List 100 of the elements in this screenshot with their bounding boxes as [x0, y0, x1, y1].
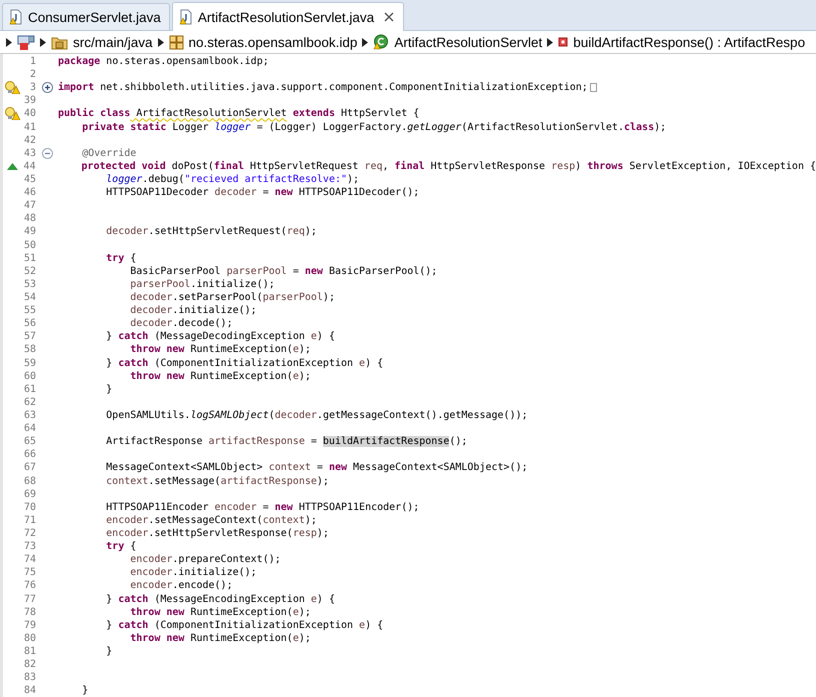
line-number: 78 [22, 606, 36, 618]
project-icon [17, 34, 35, 50]
code-line: private static Logger logger = (Logger) LoggerFactory.getLogger(ArtifactResolutionServlet.class); [81, 120, 666, 134]
line-number: 74 [22, 554, 36, 566]
line-number: 61 [22, 384, 36, 395]
code-line: protected void doPost(final HttpServletRequest req, final HttpServletResponse resp) throws ServletException, IOException { [80, 160, 816, 173]
code-line: public class ArtifactResolutionServlet extends HttpServlet { [58, 107, 420, 120]
code-line: parserPool.initialize(); [129, 278, 275, 291]
line-number: 53 [22, 278, 36, 290]
line-number: 2 [28, 69, 36, 80]
class-icon [373, 34, 390, 50]
code-line: HTTPSOAP11Encoder encoder = new HTTPSOAP11Encoder(); [105, 500, 420, 514]
line-number: 64 [22, 423, 36, 434]
breadcrumb-item[interactable]: src/main/java [73, 34, 153, 50]
line-number: 57 [22, 331, 36, 342]
collapse-icon[interactable] [42, 148, 52, 159]
triangle-right-icon [547, 38, 554, 46]
code-line: OpenSAMLUtils.logSAMLObject(decoder.getMessageContext().getMessage()); [105, 409, 528, 422]
line-number: 52 [22, 266, 36, 277]
code-line: encoder.setMessageContext(context); [105, 514, 317, 527]
up-triangle-icon[interactable] [6, 162, 18, 170]
line-number: 79 [22, 620, 36, 631]
line-number: 48 [22, 213, 36, 224]
code-line: throw new RuntimeException(e); [129, 606, 311, 619]
code-line: MessageContext<SAMLObject> context = new MessageContext<SAMLObject>(); [105, 461, 528, 474]
code-line: } catch (MessageDecodingException e) { [105, 330, 335, 344]
code-line: decoder.setParserPool(parserPool); [129, 291, 335, 304]
line-number: 81 [22, 646, 36, 657]
package-icon [168, 34, 184, 50]
code-line: } catch (ComponentInitializationException e) { [105, 356, 384, 370]
line-number: 83 [22, 672, 36, 684]
code-line: context.setMessage(artifactResponse); [105, 474, 329, 488]
line-number: 41 [22, 122, 36, 133]
line-number: 56 [22, 318, 36, 330]
line-number: 39 [22, 95, 36, 106]
line-number: 70 [22, 502, 36, 513]
code-line: } [81, 684, 88, 697]
line-number: 71 [22, 514, 36, 526]
line-number: 46 [22, 187, 36, 198]
triangle-right-icon [6, 38, 12, 46]
line-number: 82 [22, 659, 36, 670]
line-number: 54 [22, 292, 36, 304]
code-line: throw new RuntimeException(e); [129, 343, 311, 356]
line-number: 45 [22, 174, 36, 186]
line-number: 49 [22, 226, 36, 238]
line-number: 66 [22, 449, 36, 460]
code-line: ArtifactResponse artifactResponse = buildArtifactResponse(); [105, 435, 468, 448]
editor-tab[interactable]: ArtifactResolutionServlet.java [172, 2, 404, 31]
triangle-right-icon [40, 38, 46, 46]
code-line: import net.shibboleth.utilities.java.support.component.ComponentInitializationException; [58, 81, 588, 94]
line-number: 3 [28, 82, 36, 94]
method-icon [558, 37, 568, 47]
line-number: 68 [22, 476, 36, 487]
code-line: package no.steras.opensamlbook.idp; [58, 55, 269, 68]
code-line: encoder.prepareContext(); [129, 553, 281, 566]
warning-bulb-icon[interactable] [4, 107, 21, 120]
code-line: } [105, 382, 112, 396]
line-number: 43 [22, 148, 36, 159]
java-file-warning-icon [178, 9, 193, 25]
code-line: try { [105, 540, 136, 554]
line-number: 69 [22, 488, 36, 500]
editor-tab[interactable]: ConsumerServlet.java [2, 3, 170, 30]
java-file-warning-icon [9, 9, 23, 25]
line-number: 84 [22, 685, 36, 696]
line-number: 51 [22, 252, 36, 264]
code-line: decoder.setHttpServletRequest(req); [105, 225, 317, 238]
expand-icon[interactable] [42, 82, 52, 94]
code-line: decoder.initialize(); [129, 304, 257, 318]
line-number: 44 [22, 160, 36, 172]
line-number: 77 [22, 594, 36, 605]
line-number: 75 [22, 567, 36, 578]
code-line: BasicParserPool parserPool = new BasicParserPool(); [129, 264, 438, 278]
line-number: 47 [22, 200, 36, 212]
line-number: 1 [28, 56, 36, 68]
code-line: throw new RuntimeException(e); [129, 370, 311, 383]
code-line: encoder.setHttpServletResponse(resp); [105, 526, 329, 540]
line-number: 58 [22, 344, 36, 356]
breadcrumb-item[interactable]: no.steras.opensamlbook.idp [188, 34, 358, 50]
line-number: 55 [22, 305, 36, 316]
code-line: } [105, 644, 112, 658]
folded-code-marker[interactable] [590, 83, 597, 92]
line-number: 72 [22, 528, 36, 539]
code-line: HTTPSOAP11Decoder decoder = new HTTPSOAP11Decoder(); [105, 186, 420, 200]
triangle-right-icon [362, 38, 368, 46]
line-number: 73 [22, 541, 36, 552]
code-line: logger.debug("recieved artifactResolve:"); [105, 173, 360, 186]
line-number: 40 [22, 108, 36, 120]
breadcrumb-item[interactable]: ArtifactResolutionServlet [394, 34, 542, 50]
line-number: 67 [22, 462, 36, 474]
code-line: encoder.initialize(); [129, 566, 257, 580]
code-line: decoder.decode(); [129, 317, 233, 330]
code-line: } catch (MessageEncodingException e) { [105, 592, 335, 606]
line-number: 80 [22, 632, 36, 644]
line-number: 50 [22, 240, 36, 251]
line-number: 59 [22, 358, 36, 369]
breadcrumb-item[interactable]: buildArtifactResponse() : ArtifactRespo [573, 34, 806, 50]
warning-bulb-icon[interactable] [4, 81, 21, 94]
triangle-right-icon [158, 38, 164, 46]
code-line: @Override [81, 146, 136, 160]
close-tab-button[interactable] [383, 11, 396, 23]
